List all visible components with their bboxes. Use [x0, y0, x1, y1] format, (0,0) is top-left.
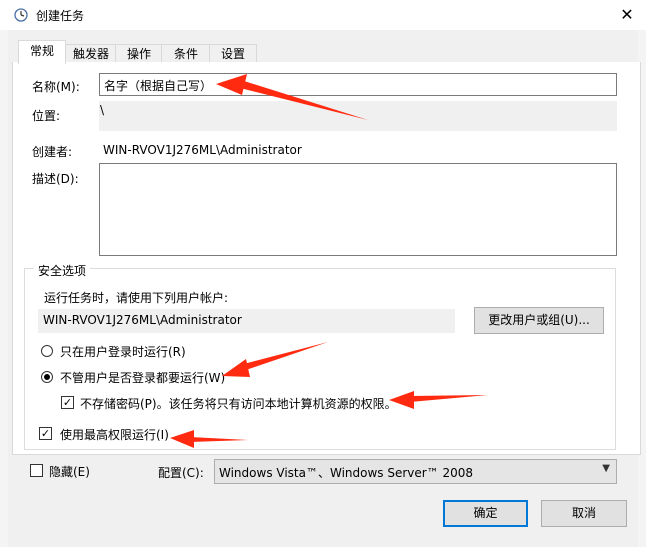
highest-privileges-label: 使用最高权限运行(I) [60, 428, 169, 442]
config-value: Windows Vista™、Windows Server™ 2008 [219, 466, 474, 480]
clock-icon [14, 8, 28, 22]
location-value: \ [100, 103, 105, 117]
hidden-checkbox[interactable] [30, 464, 43, 477]
highest-privileges-checkbox[interactable]: ✓ [39, 427, 52, 440]
window-title: 创建任务 [36, 9, 85, 23]
name-input[interactable]: 名字（根据自己写） [99, 73, 617, 96]
name-value: 名字（根据自己写） [104, 79, 213, 93]
author-value: WIN-RVOV1J276ML\Administrator [103, 143, 302, 157]
close-button[interactable]: ✕ [608, 0, 646, 30]
chevron-down-icon: ▼ [602, 463, 610, 474]
ok-button[interactable]: 确定 [443, 500, 528, 527]
location-label: 位置: [32, 109, 61, 123]
user-account-value: WIN-RVOV1J276ML\Administrator [43, 313, 242, 327]
title-bar [0, 0, 646, 30]
tab-settings[interactable]: 设置 [209, 44, 257, 63]
tab-triggers[interactable]: 触发器 [65, 44, 117, 63]
close-icon: ✕ [620, 5, 634, 24]
no-store-password-label: 不存储密码(P)。该任务将只有访问本地计算机资源的权限。 [80, 397, 397, 411]
location-field: \ [99, 101, 617, 131]
radio-run-whether-logged-on[interactable] [41, 371, 53, 383]
radio-run-whether-logged-on-label: 不管用户是否登录都要运行(W) [60, 371, 226, 385]
radio-run-only-logged-on[interactable] [41, 345, 53, 357]
change-user-button[interactable]: 更改用户或组(U)... [474, 307, 604, 334]
user-account-field: WIN-RVOV1J276ML\Administrator [38, 309, 455, 333]
cancel-button[interactable]: 取消 [541, 500, 627, 527]
window-edge-left [0, 30, 8, 547]
no-store-password-checkbox[interactable]: ✓ [61, 396, 74, 409]
hidden-label: 隐藏(E) [49, 465, 90, 479]
security-options-legend: 安全选项 [34, 262, 91, 279]
name-label: 名称(M): [32, 80, 80, 94]
run-as-label: 运行任务时，请使用下列用户帐户: [44, 291, 229, 305]
description-textarea[interactable] [99, 163, 617, 256]
radio-run-only-logged-on-label: 只在用户登录时运行(R) [60, 345, 186, 359]
config-select[interactable]: Windows Vista™、Windows Server™ 2008 ▼ [214, 459, 617, 484]
tab-conditions[interactable]: 条件 [161, 44, 211, 63]
description-label: 描述(D): [32, 172, 79, 186]
tab-actions[interactable]: 操作 [115, 44, 163, 63]
config-label: 配置(C): [158, 466, 204, 480]
tab-general[interactable]: 常规 [18, 40, 66, 64]
author-label: 创建者: [32, 145, 73, 159]
